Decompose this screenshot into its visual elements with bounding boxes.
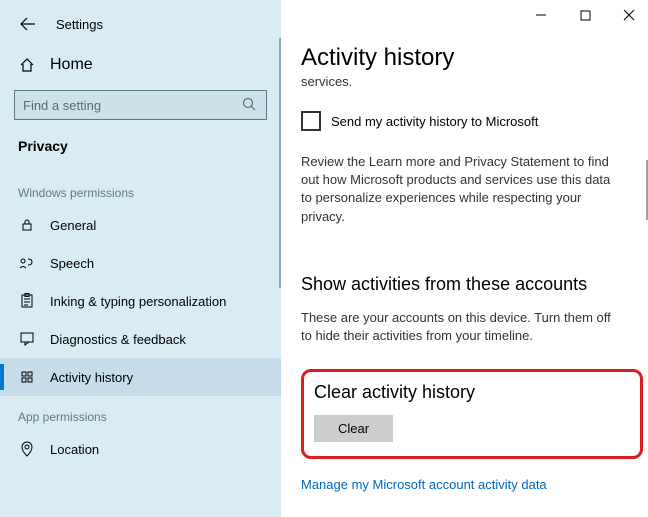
send-history-label: Send my activity history to Microsoft xyxy=(331,114,538,129)
titlebar xyxy=(528,4,642,26)
sidebar-item-label: General xyxy=(50,218,96,233)
current-section: Privacy xyxy=(0,128,281,172)
group-app-permissions: App permissions xyxy=(0,396,281,430)
sidebar-item-diagnostics[interactable]: Diagnostics & feedback xyxy=(0,320,281,358)
arrow-left-icon xyxy=(20,16,36,32)
sidebar-item-activity-history[interactable]: Activity history xyxy=(0,358,281,396)
sidebar-item-label: Inking & typing personalization xyxy=(50,294,226,309)
sidebar-item-label: Speech xyxy=(50,256,94,271)
sidebar-item-label: Activity history xyxy=(50,370,133,385)
clipboard-icon xyxy=(18,292,36,310)
send-history-checkbox[interactable] xyxy=(301,111,321,131)
review-text: Review the Learn more and Privacy Statem… xyxy=(301,153,624,226)
home-label: Home xyxy=(50,56,93,74)
lock-icon xyxy=(18,216,36,234)
sidebar-item-label: Location xyxy=(50,442,99,457)
group-windows-permissions: Windows permissions xyxy=(0,172,281,206)
sidebar-item-speech[interactable]: Speech xyxy=(0,244,281,282)
sidebar-item-inking[interactable]: Inking & typing personalization xyxy=(0,282,281,320)
search-input[interactable] xyxy=(23,98,242,113)
clear-button[interactable]: Clear xyxy=(314,415,393,442)
maximize-button[interactable] xyxy=(572,4,598,26)
search-icon xyxy=(242,97,258,113)
history-icon xyxy=(18,368,36,386)
sidebar-item-location[interactable]: Location xyxy=(0,430,281,468)
truncated-text: services. xyxy=(301,74,624,89)
close-button[interactable] xyxy=(616,4,642,26)
accounts-text: These are your accounts on this device. … xyxy=(301,309,624,345)
close-icon xyxy=(623,9,635,21)
home-nav[interactable]: Home xyxy=(0,48,281,82)
app-title: Settings xyxy=(56,17,103,32)
clear-history-section: Clear activity history Clear xyxy=(301,369,643,459)
sidebar: Settings Home Privacy Windows permission… xyxy=(0,0,281,517)
speech-icon xyxy=(18,254,36,272)
minimize-button[interactable] xyxy=(528,4,554,26)
sidebar-header: Settings xyxy=(0,8,281,48)
search-box[interactable] xyxy=(14,90,267,120)
clear-heading: Clear activity history xyxy=(314,382,630,403)
minimize-icon xyxy=(535,9,547,21)
sidebar-item-label: Diagnostics & feedback xyxy=(50,332,186,347)
accounts-heading: Show activities from these accounts xyxy=(301,274,624,295)
maximize-icon xyxy=(580,10,591,21)
location-icon xyxy=(18,440,36,458)
main-content: Activity history services. Send my activ… xyxy=(281,0,648,517)
sidebar-item-general[interactable]: General xyxy=(0,206,281,244)
feedback-icon xyxy=(18,330,36,348)
home-icon xyxy=(18,57,36,73)
send-history-row: Send my activity history to Microsoft xyxy=(301,111,624,131)
manage-account-link[interactable]: Manage my Microsoft account activity dat… xyxy=(301,477,624,492)
back-button[interactable] xyxy=(18,14,38,34)
